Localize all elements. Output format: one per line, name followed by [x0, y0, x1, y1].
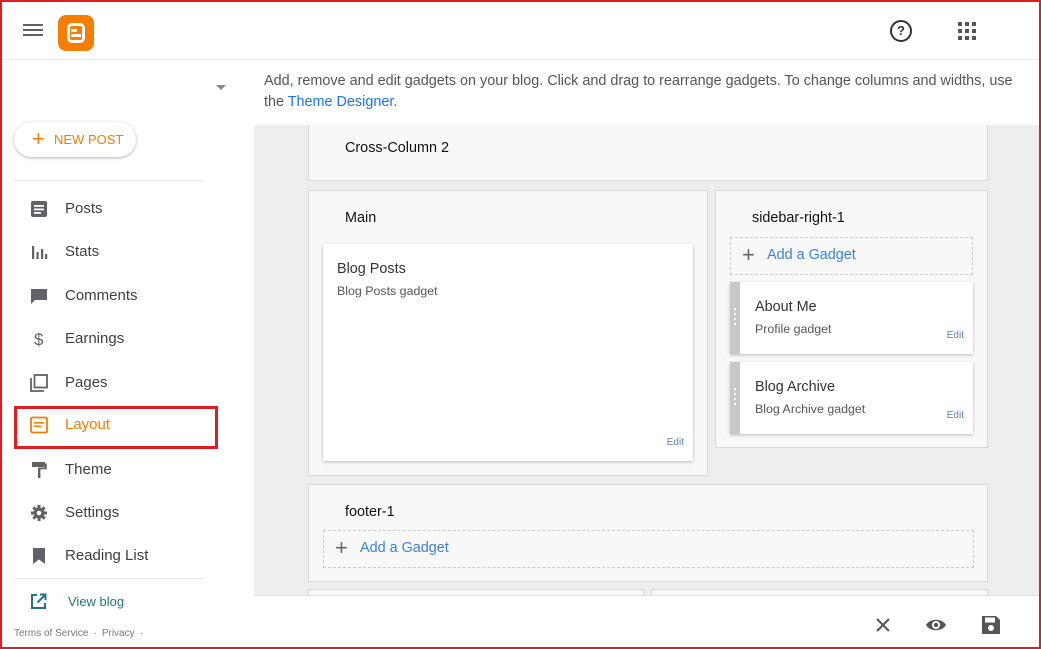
sidebar-item-label: Earnings [65, 330, 125, 347]
sidebar-item-pages[interactable]: Pages [14, 364, 218, 402]
gadget-blog-posts[interactable]: Blog Posts Blog Posts gadget Edit [323, 244, 693, 461]
layout-canvas: Cross-Column 2 Main Blog Posts Blog Post… [254, 125, 1039, 595]
layout-info-text: Add, remove and edit gadgets on your blo… [254, 61, 1039, 125]
edit-link[interactable]: Edit [947, 410, 964, 421]
sidebar-item-reading-list[interactable]: Reading List [14, 537, 218, 575]
gadget-subtitle: Blog Posts gadget [337, 284, 438, 298]
drag-handle[interactable] [730, 362, 740, 434]
eye-icon[interactable] [925, 614, 947, 636]
gadget-blog-archive[interactable]: Blog Archive Blog Archive gadget Edit [730, 362, 973, 434]
blog-selector-dropdown-icon[interactable] [216, 85, 226, 90]
plus-icon: + [742, 242, 755, 267]
section-main: Main Blog Posts Blog Posts gadget Edit [308, 190, 708, 476]
gadget-title: Blog Posts [337, 261, 406, 277]
sidebar-item-settings[interactable]: Settings [14, 494, 218, 532]
add-gadget-button[interactable]: + Add a Gadget [730, 237, 973, 275]
section-footer-1: footer-1 + Add a Gadget [308, 484, 988, 582]
sidebar-item-label: Pages [65, 374, 108, 391]
sidebar-item-comments[interactable]: Comments [14, 277, 218, 315]
dollar-icon: $ [34, 330, 44, 348]
section-sidebar-right-1: sidebar-right-1 + Add a Gadget About Me … [715, 190, 988, 448]
plus-icon: + [32, 126, 45, 151]
sidebar-item-stats[interactable]: Stats [14, 233, 218, 271]
add-gadget-button[interactable]: + Add a Gadget [323, 530, 974, 568]
sidebar-item-layout[interactable]: Layout [14, 406, 218, 449]
gadget-title: Blog Archive [755, 379, 835, 395]
pages-icon [30, 374, 48, 392]
new-post-label: NEW POST [54, 132, 124, 147]
new-post-button[interactable]: + NEW POST [14, 122, 136, 157]
paint-roller-icon [32, 462, 47, 478]
sidebar: + NEW POST Posts Stats Comments $ Earnin… [2, 61, 254, 647]
section-cross-column-2: Cross-Column 2 [308, 125, 988, 181]
bottom-toolbar [254, 595, 1039, 647]
section-title: Cross-Column 2 [345, 140, 449, 156]
sidebar-item-label: Layout [65, 416, 111, 433]
plus-icon: + [335, 535, 348, 560]
layout-icon [30, 416, 48, 434]
edit-link[interactable]: Edit [667, 437, 684, 448]
gadget-title: About Me [755, 299, 817, 315]
terms-of-service-link[interactable]: Terms of Service [14, 628, 88, 639]
theme-designer-link[interactable]: Theme Designer [288, 94, 394, 110]
drag-handle[interactable] [730, 282, 740, 354]
gadget-subtitle: Blog Archive gadget [755, 402, 866, 416]
sidebar-divider [14, 578, 204, 579]
close-icon[interactable] [872, 614, 894, 636]
add-gadget-label: Add a Gadget [767, 247, 856, 263]
posts-icon [31, 201, 47, 217]
sidebar-item-earnings[interactable]: $ Earnings [14, 320, 218, 358]
gadget-about-me[interactable]: About Me Profile gadget Edit [730, 282, 973, 354]
edit-link[interactable]: Edit [947, 330, 964, 341]
top-bar: ? [2, 2, 1039, 60]
sidebar-item-theme[interactable]: Theme [14, 451, 218, 489]
sidebar-item-label: Posts [65, 200, 103, 217]
sidebar-item-label: Stats [65, 243, 100, 260]
section-title: footer-1 [345, 504, 395, 520]
gear-icon [31, 505, 47, 521]
svg-text:$: $ [34, 330, 44, 348]
privacy-link[interactable]: Privacy [102, 628, 135, 639]
sidebar-divider [14, 180, 204, 181]
sidebar-item-posts[interactable]: Posts [14, 190, 218, 228]
sidebar-item-label: Comments [65, 287, 138, 304]
view-blog-label: View blog [68, 594, 125, 609]
help-circle-icon[interactable]: ? [890, 20, 912, 42]
sidebar-item-label: Theme [65, 461, 112, 478]
external-link-icon [31, 593, 47, 609]
sidebar-item-label: Reading List [65, 547, 149, 564]
blogger-logo[interactable] [58, 15, 94, 51]
bookmark-icon [33, 548, 45, 564]
comments-icon [31, 289, 47, 304]
sidebar-item-label: Settings [65, 504, 120, 521]
apps-grid-icon[interactable] [958, 22, 976, 40]
stats-icon [32, 246, 48, 259]
hamburger-menu-icon[interactable] [22, 21, 44, 41]
footer-links: Terms of Service · Privacy · [14, 628, 143, 639]
save-icon[interactable] [980, 614, 1002, 636]
add-gadget-label: Add a Gadget [360, 540, 449, 556]
section-title: sidebar-right-1 [752, 210, 845, 226]
section-title: Main [345, 210, 377, 226]
info-text-end: . [393, 94, 398, 110]
gadget-subtitle: Profile gadget [755, 322, 832, 336]
